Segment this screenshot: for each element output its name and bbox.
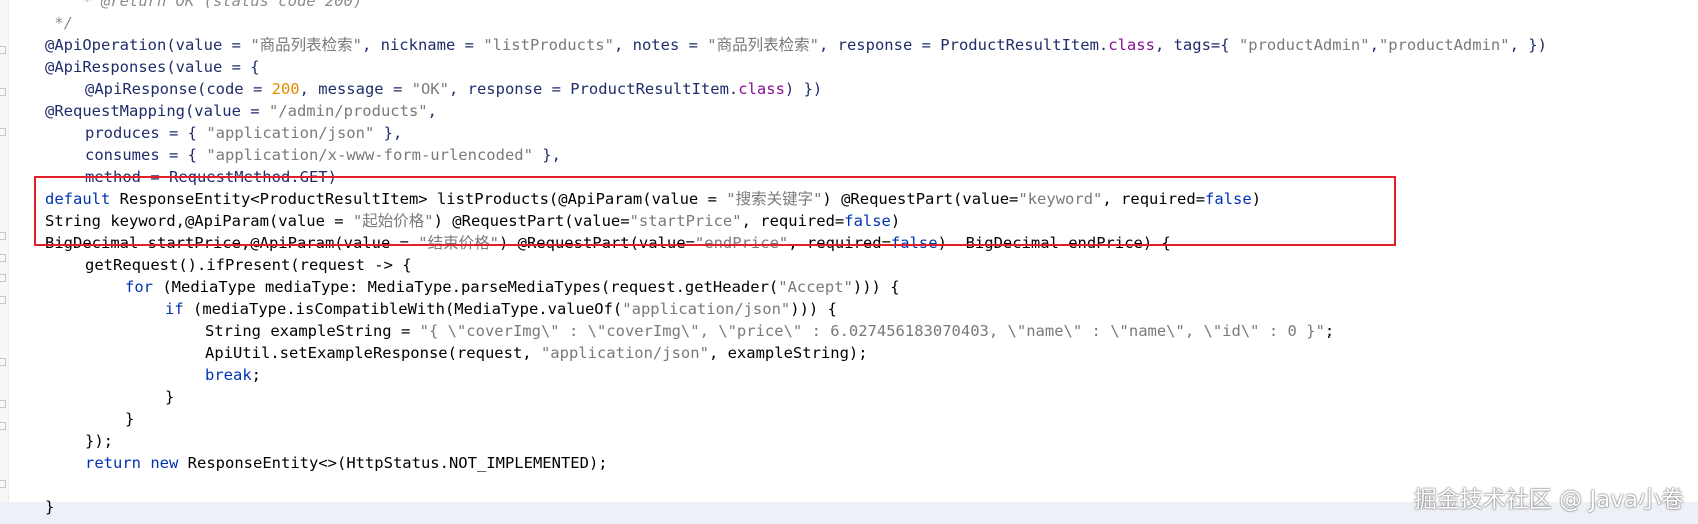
code-line: getRequest().ifPresent(request -> { — [85, 256, 412, 274]
code-line: ApiUtil.setExampleResponse(request, "app… — [205, 344, 868, 362]
code-line: BigDecimal startPrice,@ApiParam(value = … — [45, 234, 1171, 252]
code-line: produces = { "application/json" }, — [85, 124, 403, 142]
code-line: if (mediaType.isCompatibleWith(MediaType… — [165, 300, 837, 318]
code-line: @ApiResponses(value = { — [45, 58, 260, 76]
code-line: String keyword,@ApiParam(value = "起始价格")… — [45, 212, 901, 230]
code-line: */ — [54, 14, 74, 32]
code-line: @RequestMapping(value = "/admin/products… — [45, 102, 437, 120]
code-line: @ApiResponse(code = 200, message = "OK",… — [85, 80, 823, 98]
code-line: default ResponseEntity<ProductResultItem… — [45, 190, 1262, 208]
code-editor[interactable]: * @return OK (status code 200) */ @ApiOp… — [0, 0, 1698, 524]
code-line: method = RequestMethod.GET) — [85, 168, 337, 186]
code-line: return new ResponseEntity<>(HttpStatus.N… — [85, 454, 608, 472]
code-line: String exampleString = "{ \"coverImg\" :… — [205, 322, 1335, 340]
code-line: break; — [205, 366, 262, 384]
code-line: } — [165, 388, 175, 406]
code-line: for (MediaType mediaType: MediaType.pars… — [125, 278, 900, 296]
code-line: * @return OK (status code 200) — [45, 0, 363, 10]
code-line: }); — [85, 432, 113, 450]
code-area[interactable]: * @return OK (status code 200) */ @ApiOp… — [0, 0, 1698, 518]
code-line: @ApiOperation(value = "商品列表检索", nickname… — [45, 36, 1547, 54]
code-line: consumes = { "application/x-www-form-url… — [85, 146, 561, 164]
code-line: } — [125, 410, 135, 428]
watermark: 掘金技术社区 @ Java小卷 — [1413, 487, 1684, 513]
